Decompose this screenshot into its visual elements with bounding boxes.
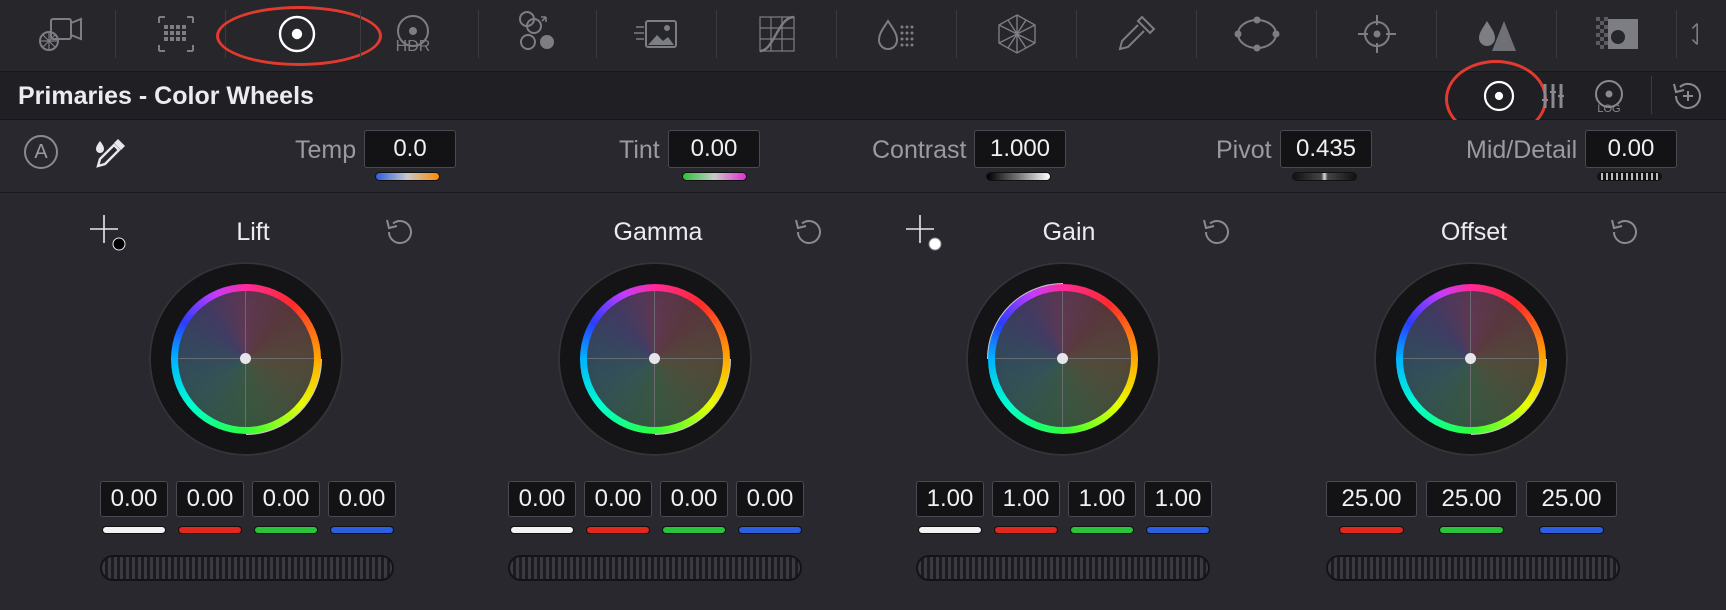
adjustments-row: A Temp 0.0 Tint 0.00 Contrast 1.000 Pivo… <box>0 120 1726 193</box>
offset-title: Offset <box>1440 218 1508 246</box>
lift-b-field[interactable]: 0.00 <box>328 481 396 517</box>
middetail-field[interactable]: 0.00 <box>1585 130 1677 168</box>
gamma-g-field[interactable]: 0.00 <box>660 481 728 517</box>
curves-icon[interactable] <box>742 6 812 62</box>
lift-y-bar <box>103 527 165 533</box>
rgb-mixer-icon[interactable] <box>504 6 574 62</box>
gamma-wheel[interactable] <box>558 262 752 456</box>
gain-title: Gain <box>1042 218 1096 246</box>
camera-raw-icon[interactable] <box>25 6 95 62</box>
gain-white-picker-icon[interactable] <box>904 213 944 253</box>
offset-master-wheel[interactable] <box>1326 555 1620 581</box>
contrast-field[interactable]: 1.000 <box>974 130 1066 168</box>
gain-b-bar <box>1147 527 1209 533</box>
palette-toolbar: HDR <box>0 0 1726 70</box>
middetail-slider[interactable] <box>1598 173 1661 180</box>
pivot-field[interactable]: 0.435 <box>1280 130 1372 168</box>
gain-wheel[interactable] <box>966 262 1160 456</box>
gain-reset-icon[interactable] <box>1199 215 1233 249</box>
tint-label: Tint <box>619 136 660 164</box>
lift-wheel[interactable] <box>149 262 343 456</box>
primaries-bars-mode-icon[interactable] <box>1537 76 1573 116</box>
gamma-g-bar <box>663 527 725 533</box>
gamma-r-field[interactable]: 0.00 <box>584 481 652 517</box>
gain-y-field[interactable]: 1.00 <box>916 481 984 517</box>
offset-wheel[interactable] <box>1374 262 1568 456</box>
tint-field[interactable]: 0.00 <box>668 130 760 168</box>
temp-label: Temp <box>295 136 357 164</box>
gain-g-bar <box>1071 527 1133 533</box>
gamma-reset-icon[interactable] <box>791 215 825 249</box>
panel-header: Primaries - Color Wheels LOG <box>0 60 1726 138</box>
offset-b-bar <box>1540 527 1603 533</box>
gamma-master-wheel[interactable] <box>508 555 802 581</box>
hdr-label: HDR <box>396 38 431 55</box>
motion-effects-icon[interactable] <box>622 6 692 62</box>
gain-master-wheel[interactable] <box>916 555 1210 581</box>
hdr-wheels-icon[interactable]: HDR <box>383 6 453 62</box>
magic-mask-icon[interactable] <box>1342 6 1412 62</box>
middetail-label: Mid/Detail <box>1466 136 1578 164</box>
gain-r-field[interactable]: 1.00 <box>992 481 1060 517</box>
lift-black-picker-icon[interactable] <box>88 213 128 253</box>
auto-balance-button[interactable]: A <box>24 135 58 169</box>
temp-slider[interactable] <box>376 173 439 180</box>
gamma-r-bar <box>587 527 649 533</box>
contrast-slider[interactable] <box>987 173 1050 180</box>
color-match-icon[interactable] <box>141 6 211 62</box>
gamma-y-bar <box>511 527 573 533</box>
gamma-title: Gamma <box>613 218 703 246</box>
offset-r-bar <box>1340 527 1403 533</box>
qualifier-icon[interactable] <box>982 6 1052 62</box>
gain-b-field[interactable]: 1.00 <box>1144 481 1212 517</box>
lift-title: Lift <box>236 218 270 246</box>
reset-all-icon[interactable] <box>1666 76 1710 116</box>
lift-g-field[interactable]: 0.00 <box>252 481 320 517</box>
offset-g-field[interactable]: 25.00 <box>1426 481 1517 517</box>
offset-g-bar <box>1440 527 1503 533</box>
temp-field[interactable]: 0.0 <box>364 130 456 168</box>
lift-r-bar <box>179 527 241 533</box>
white-balance-picker-icon[interactable] <box>92 134 130 172</box>
lift-reset-icon[interactable] <box>382 215 416 249</box>
gain-g-field[interactable]: 1.00 <box>1068 481 1136 517</box>
contrast-label: Contrast <box>872 136 967 164</box>
gain-y-bar <box>919 527 981 533</box>
offset-r-field[interactable]: 25.00 <box>1326 481 1417 517</box>
key-icon[interactable] <box>1582 6 1652 62</box>
sizing-icon[interactable] <box>1686 6 1726 62</box>
log-wheels-mode-icon[interactable]: LOG <box>1589 76 1633 116</box>
lift-b-bar <box>331 527 393 533</box>
gamma-b-field[interactable]: 0.00 <box>736 481 804 517</box>
window-icon[interactable] <box>1102 6 1172 62</box>
lift-r-field[interactable]: 0.00 <box>176 481 244 517</box>
blur-icon[interactable] <box>1462 6 1532 62</box>
pivot-slider[interactable] <box>1293 173 1356 180</box>
primaries-wheels-mode-icon[interactable] <box>1477 76 1521 116</box>
lift-g-bar <box>255 527 317 533</box>
gain-wheel-handle[interactable] <box>1057 353 1068 364</box>
offset-reset-icon[interactable] <box>1607 215 1641 249</box>
color-wheels-icon[interactable] <box>262 6 332 62</box>
offset-wheel-handle[interactable] <box>1465 353 1476 364</box>
pivot-label: Pivot <box>1216 136 1272 164</box>
tint-slider[interactable] <box>683 173 746 180</box>
log-label: LOG <box>1597 103 1620 115</box>
gamma-b-bar <box>739 527 801 533</box>
lift-wheel-handle[interactable] <box>240 353 251 364</box>
gamma-wheel-handle[interactable] <box>649 353 660 364</box>
page-title: Primaries - Color Wheels <box>18 82 314 110</box>
color-warper-icon[interactable] <box>862 6 932 62</box>
gamma-y-field[interactable]: 0.00 <box>508 481 576 517</box>
offset-b-field[interactable]: 25.00 <box>1526 481 1617 517</box>
gain-r-bar <box>995 527 1057 533</box>
lift-master-wheel[interactable] <box>100 555 394 581</box>
lift-y-field[interactable]: 0.00 <box>100 481 168 517</box>
tracker-icon[interactable] <box>1222 6 1292 62</box>
